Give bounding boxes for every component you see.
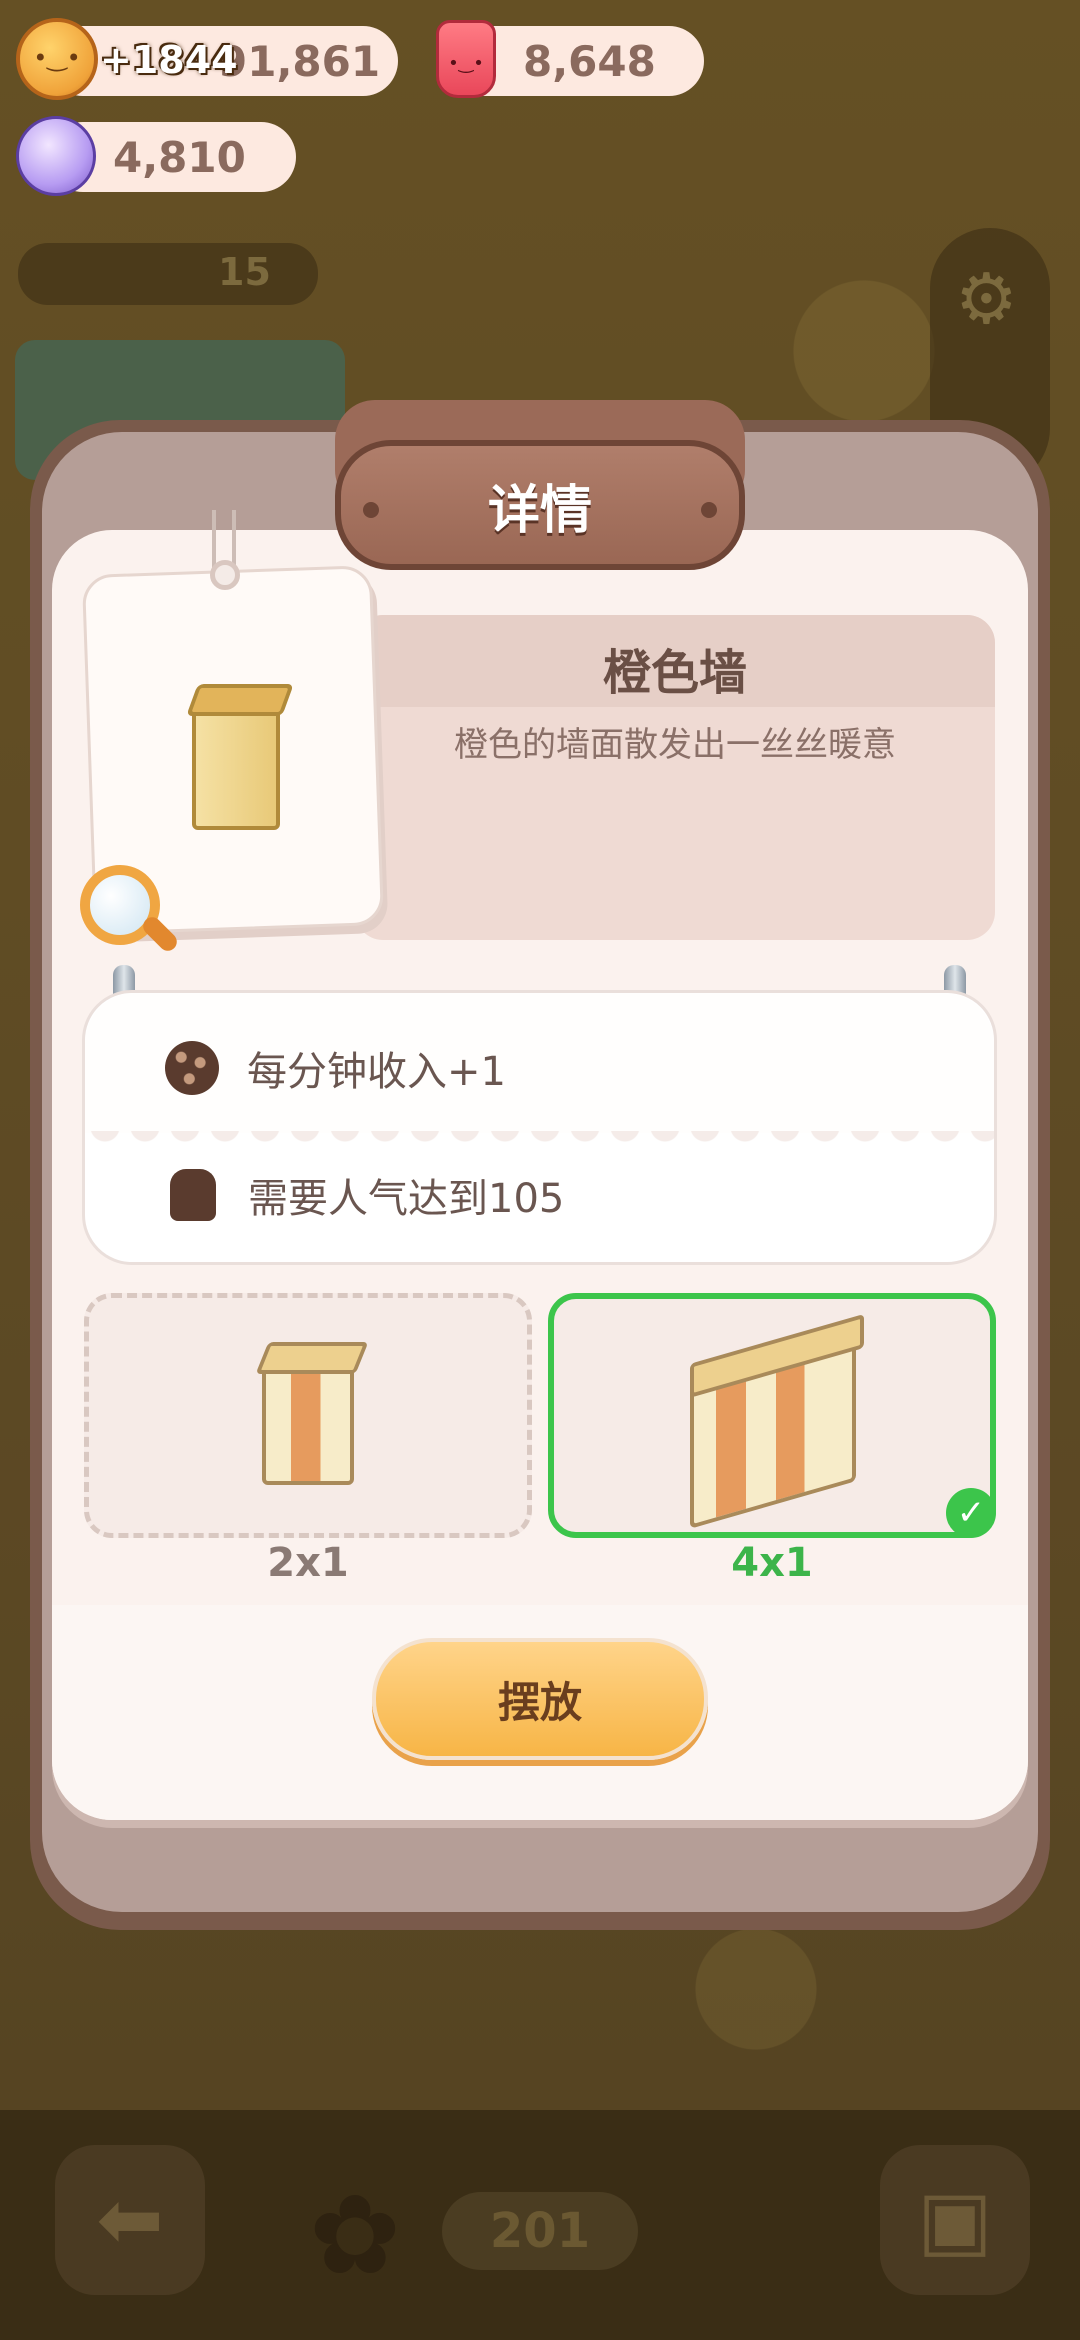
income-text: 每分钟收入+1 (247, 1049, 506, 1095)
tag-hole (210, 560, 240, 590)
gear-icon: ⚙ (955, 258, 1018, 340)
cookie-icon (165, 1041, 219, 1095)
wall-2x1-icon (262, 1360, 354, 1485)
income-row: 每分钟收入+1 (165, 1039, 506, 1097)
check-icon: ✓ (946, 1488, 996, 1538)
candy-value: 4,810 (113, 132, 246, 182)
requirement-text: 需要人气达到105 (248, 1176, 565, 1222)
cookie-coin-icon (16, 18, 98, 100)
back-arrow-icon[interactable]: ⬅ (55, 2145, 205, 2295)
coin-value: 91,861 (218, 36, 381, 86)
pudding-icon (170, 1169, 216, 1221)
requirement-row: 需要人气达到105 (170, 1166, 564, 1224)
orange-wall-preview (192, 700, 280, 830)
coin-gain-text: +1844 (100, 38, 238, 82)
plaque-dot-right (701, 502, 717, 518)
furniture-icon[interactable]: ▣ (880, 2145, 1030, 2295)
wavy-divider (85, 1131, 994, 1145)
item-name: 橙色墙 (602, 645, 747, 701)
modal-title-text: 详情 (487, 480, 592, 541)
item-description: 橙色的墙面散发出一丝丝暖意 (454, 725, 896, 765)
size-label-2x1: 2x1 (267, 1540, 349, 1586)
modal-title: 详情 (335, 440, 745, 570)
size-label-4x1: 4x1 (731, 1540, 813, 1586)
flower-icon: ✿ (308, 2171, 402, 2299)
candy-icon (16, 116, 96, 196)
jelly-cup-icon (436, 20, 496, 98)
item-info-box: 橙色墙 橙色的墙面散发出一丝丝暖意 (355, 615, 995, 940)
popularity-value: 15 (218, 250, 271, 294)
gem-value: 8,648 (523, 36, 656, 86)
bottom-counter: 201 (442, 2192, 638, 2270)
place-button[interactable]: 摆放 (372, 1638, 708, 1760)
plaque-dot-left (363, 502, 379, 518)
popularity-bar (18, 243, 318, 305)
